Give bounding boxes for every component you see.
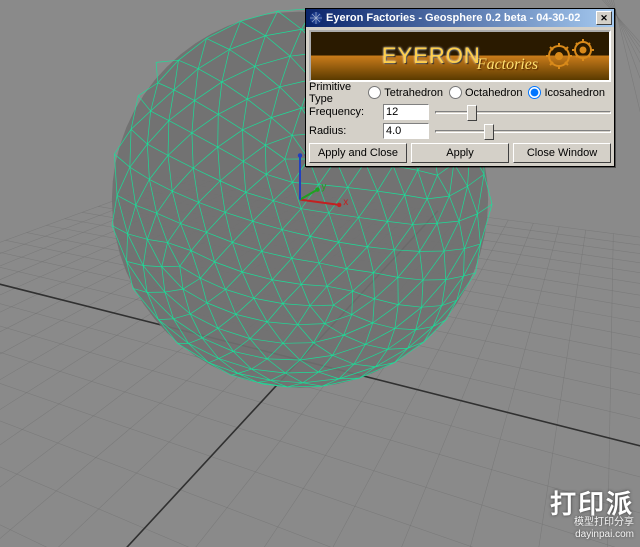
gears-icon [545, 38, 595, 72]
watermark-title: 打印派 [550, 491, 634, 517]
button-row: Apply and Close Apply Close Window [309, 143, 611, 163]
radius-row: Radius: [309, 122, 611, 139]
radio-octahedron-input[interactable] [449, 86, 462, 99]
slider-track [435, 130, 611, 133]
radio-tetrahedron-label: Tetrahedron [384, 87, 443, 99]
frequency-input[interactable] [383, 104, 429, 120]
radius-input[interactable] [383, 123, 429, 139]
watermark: 打印派 模型打印分享 dayinpai.com [550, 491, 634, 541]
window-title: Eyeron Factories - Geosphere 0.2 beta - … [326, 12, 596, 24]
dialog-client: EYERON Factories Primitive Type Tetrahed… [306, 27, 614, 166]
frequency-label: Frequency: [309, 106, 383, 118]
window-close-button[interactable]: ✕ [596, 11, 612, 25]
apply-and-close-button[interactable]: Apply and Close [309, 143, 407, 163]
banner-text-2: Factories [477, 56, 538, 74]
radio-tetrahedron-input[interactable] [368, 86, 381, 99]
svg-text:y: y [321, 182, 326, 193]
app-icon [309, 11, 323, 25]
watermark-sub1: 模型打印分享 [550, 517, 634, 529]
close-icon: ✕ [600, 13, 608, 24]
slider-track [435, 111, 611, 114]
svg-text:x: x [343, 197, 348, 208]
radius-slider[interactable] [435, 123, 611, 139]
radio-icosahedron[interactable]: Icosahedron [528, 86, 605, 99]
radio-octahedron-label: Octahedron [465, 87, 522, 99]
radius-label: Radius: [309, 125, 383, 137]
watermark-sub2: dayinpai.com [550, 529, 634, 541]
frequency-row: Frequency: [309, 103, 611, 120]
primitive-type-label: Primitive Type [309, 81, 368, 105]
radius-slider-thumb[interactable] [484, 124, 494, 140]
radio-icosahedron-input[interactable] [528, 86, 541, 99]
primitive-type-row: Primitive Type Tetrahedron Octahedron Ic… [309, 84, 611, 101]
titlebar[interactable]: Eyeron Factories - Geosphere 0.2 beta - … [306, 9, 614, 27]
apply-button[interactable]: Apply [411, 143, 509, 163]
radio-octahedron[interactable]: Octahedron [449, 86, 522, 99]
radio-icosahedron-label: Icosahedron [544, 87, 605, 99]
banner-logo: EYERON Factories [309, 30, 611, 82]
banner-text-1: EYERON [382, 43, 481, 69]
frequency-slider-thumb[interactable] [467, 105, 477, 121]
primitive-type-radios: Tetrahedron Octahedron Icosahedron [368, 86, 611, 99]
frequency-slider[interactable] [435, 104, 611, 120]
geosphere-dialog: Eyeron Factories - Geosphere 0.2 beta - … [305, 8, 615, 167]
radio-tetrahedron[interactable]: Tetrahedron [368, 86, 443, 99]
close-window-button[interactable]: Close Window [513, 143, 611, 163]
